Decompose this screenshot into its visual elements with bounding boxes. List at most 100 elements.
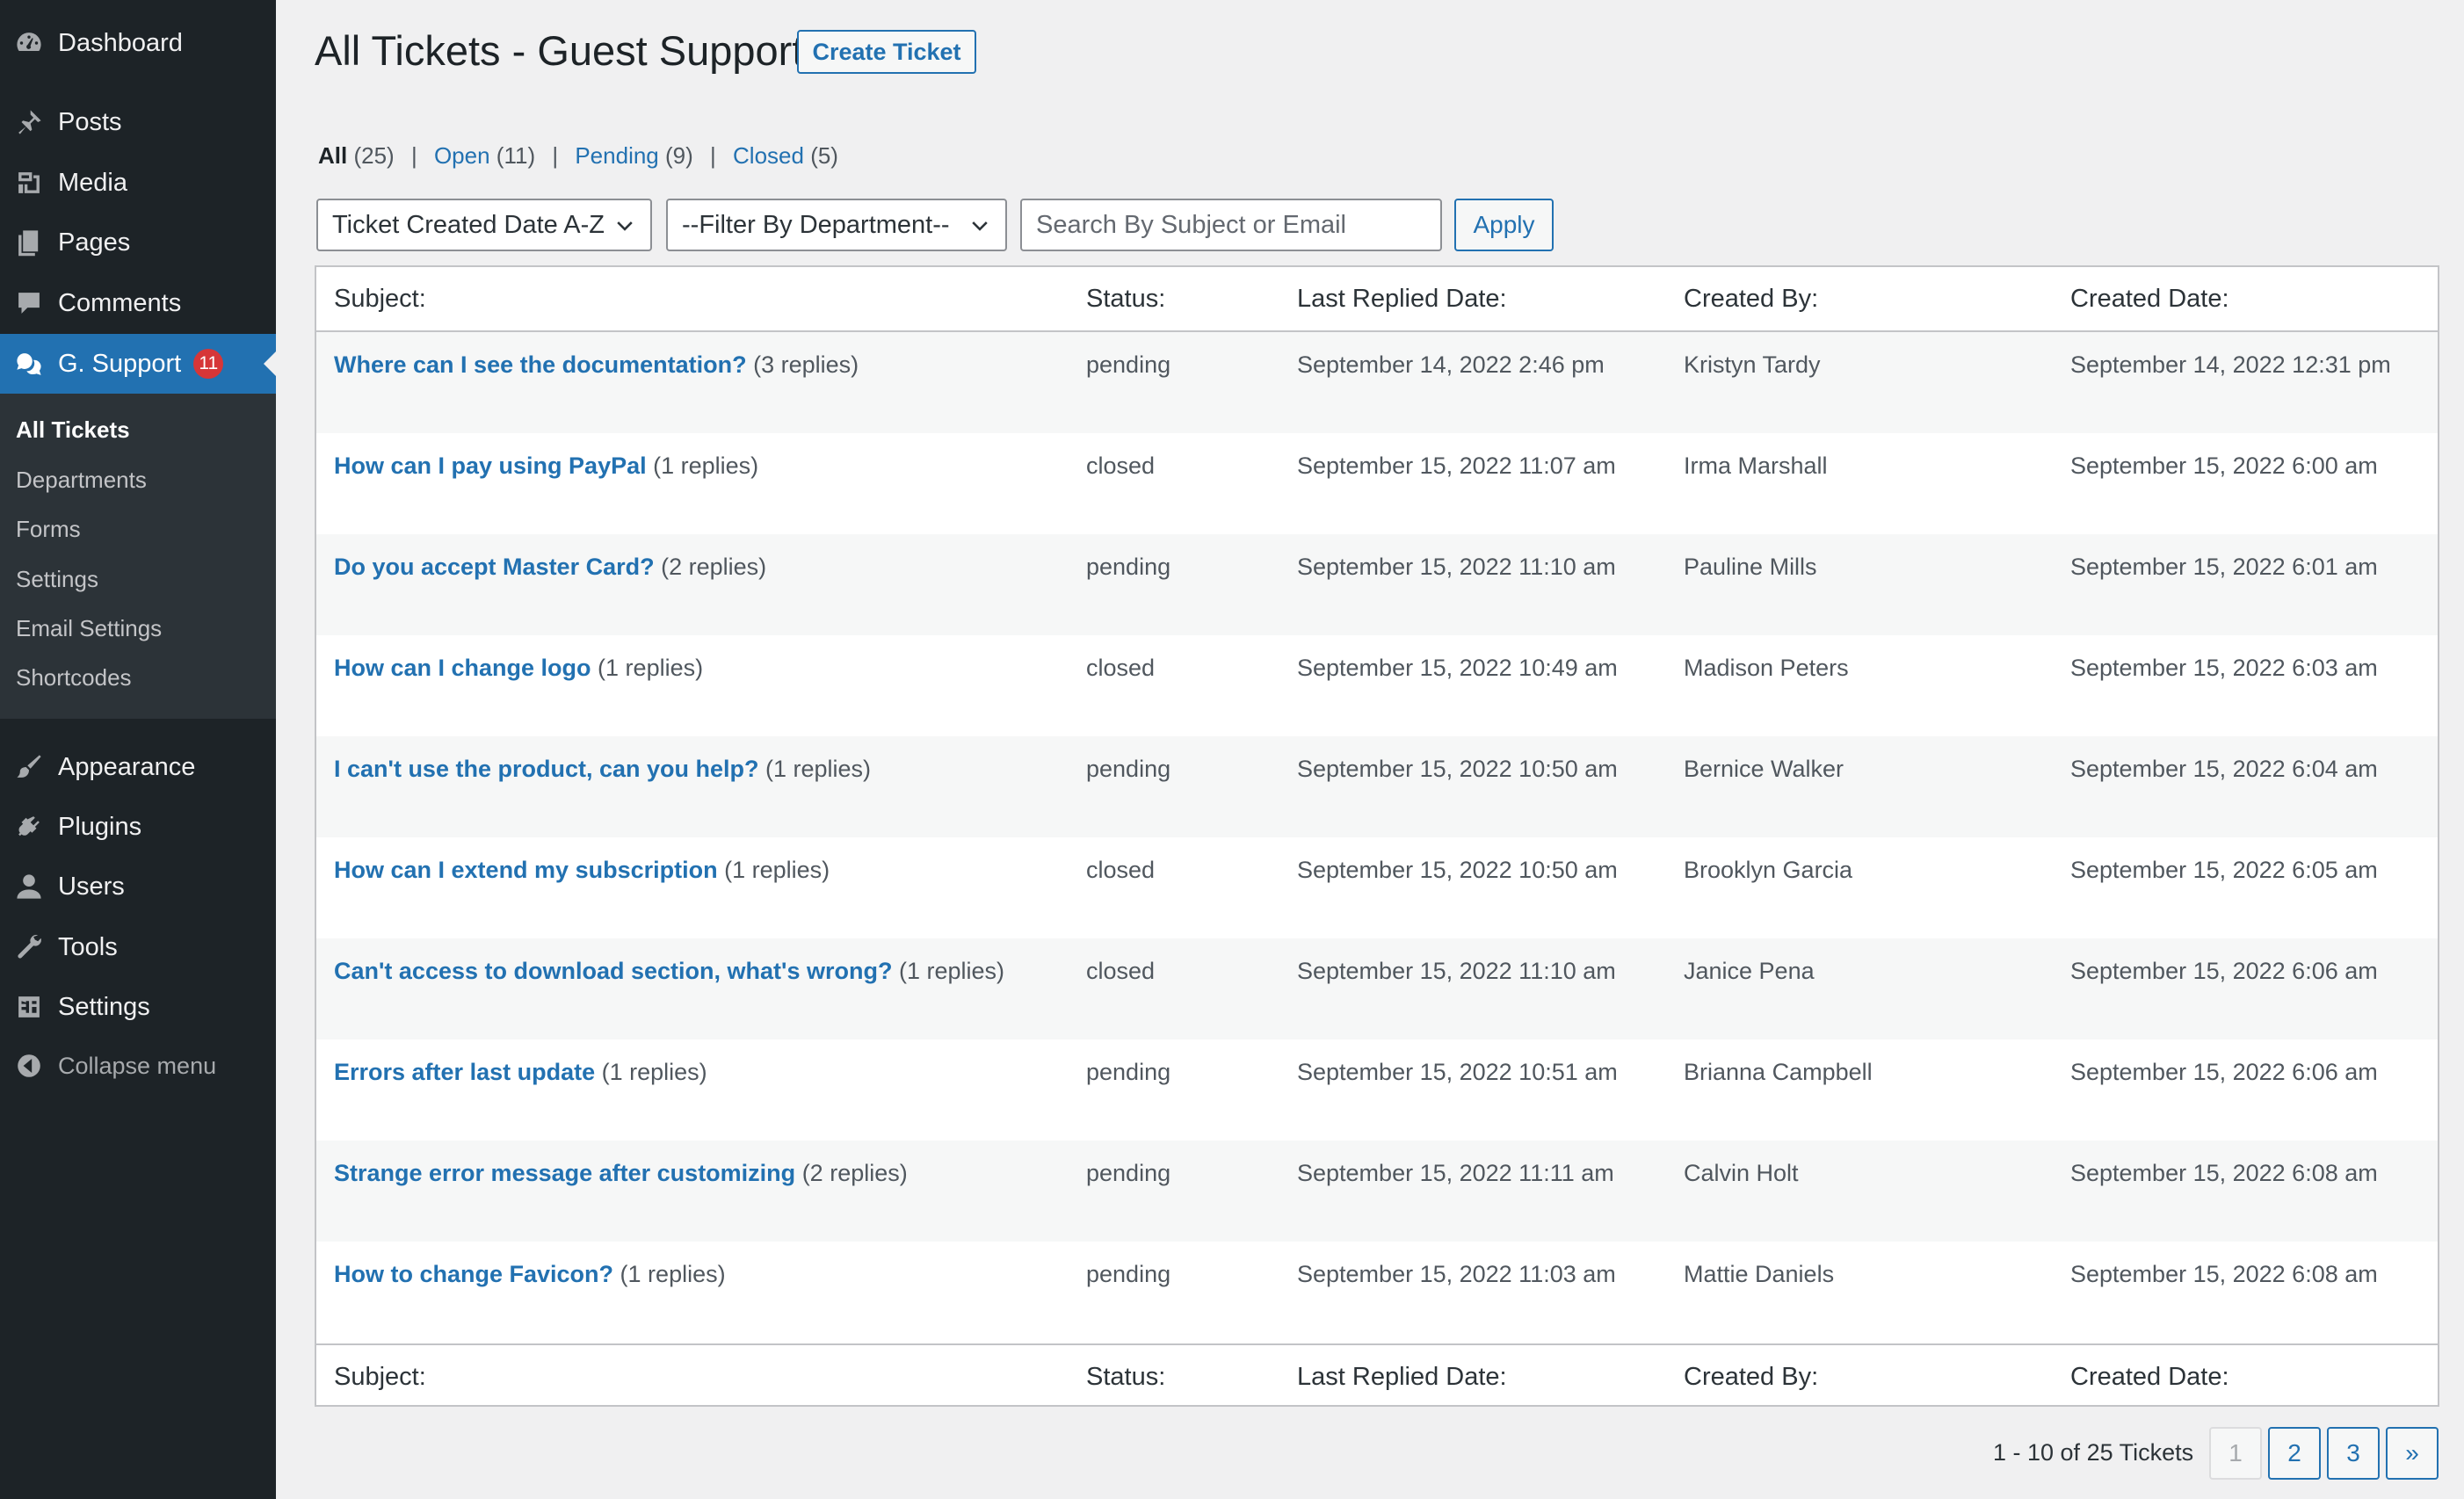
ticket-status: pending xyxy=(1086,1261,1171,1287)
created-by: Janice Pena xyxy=(1684,958,1815,984)
apply-button[interactable]: Apply xyxy=(1454,199,1554,251)
column-footer-status: Status: xyxy=(1086,1363,1166,1391)
page-title: All Tickets - Guest Support xyxy=(315,27,804,74)
pages-icon xyxy=(0,228,58,257)
menu-item-comments[interactable]: Comments xyxy=(0,273,276,333)
created-date: September 15, 2022 6:08 am xyxy=(2070,1160,2378,1186)
ticket-subject-link[interactable]: Do you accept Master Card? xyxy=(334,554,655,580)
reply-count: (2 replies) xyxy=(661,554,767,580)
menu-label: Settings xyxy=(58,992,150,1021)
menu-item-g-support[interactable]: G. Support 11 xyxy=(0,334,276,394)
created-by: Madison Peters xyxy=(1684,655,1849,681)
view-closed-count: (5) xyxy=(810,142,838,169)
view-open-link[interactable]: Open xyxy=(434,142,490,169)
ticket-subject-link[interactable]: How can I change logo xyxy=(334,655,591,681)
view-closed-link[interactable]: Closed xyxy=(733,142,804,169)
brush-icon xyxy=(0,752,58,782)
pagination-info: 1 - 10 of 25 Tickets xyxy=(1993,1439,2194,1466)
column-footer-created-date: Created Date: xyxy=(2070,1363,2229,1391)
created-by: Bernice Walker xyxy=(1684,756,1844,782)
submenu-departments[interactable]: Departments xyxy=(16,467,147,494)
created-date: September 15, 2022 6:00 am xyxy=(2070,453,2378,479)
next-page-button[interactable]: » xyxy=(2386,1427,2439,1480)
table-row: How can I extend my subscription (1 repl… xyxy=(316,837,2438,938)
dashboard-icon xyxy=(0,28,58,58)
menu-label: Users xyxy=(58,872,125,901)
last-replied-date: September 15, 2022 11:07 am xyxy=(1297,453,1616,479)
created-date: September 15, 2022 6:06 am xyxy=(2070,958,2378,984)
column-footer-last-replied: Last Replied Date: xyxy=(1297,1363,1507,1391)
column-footer-subject: Subject: xyxy=(334,1363,426,1391)
collapse-arrow-icon xyxy=(0,1052,58,1080)
department-filter-select[interactable]: --Filter By Department-- xyxy=(666,199,1007,251)
ticket-subject-link[interactable]: Strange error message after customizing xyxy=(334,1160,795,1186)
submenu-settings[interactable]: Settings xyxy=(16,566,98,593)
table-row: Where can I see the documentation? (3 re… xyxy=(316,332,2438,433)
create-ticket-button[interactable]: Create Ticket xyxy=(797,30,976,74)
view-pending-count: (9) xyxy=(665,142,693,169)
menu-label: Posts xyxy=(58,107,122,136)
menu-item-settings[interactable]: Settings xyxy=(0,977,276,1037)
ticket-subject-link[interactable]: How can I pay using PayPal xyxy=(334,453,647,479)
column-header-status: Status: xyxy=(1086,285,1166,313)
last-replied-date: September 15, 2022 11:10 am xyxy=(1297,554,1616,580)
submenu-all-tickets[interactable]: All Tickets xyxy=(16,416,130,444)
ticket-subject-link[interactable]: Errors after last update xyxy=(334,1059,595,1085)
wrench-icon xyxy=(0,932,58,962)
settings-icon xyxy=(0,992,58,1022)
sort-selected-value: Ticket Created Date A-Z xyxy=(332,210,605,239)
ticket-status: pending xyxy=(1086,1160,1171,1186)
table-row: How to change Favicon? (1 replies) pendi… xyxy=(316,1242,2438,1343)
ticket-status: closed xyxy=(1086,655,1156,681)
created-date: September 15, 2022 6:06 am xyxy=(2070,1059,2378,1085)
last-replied-date: September 15, 2022 10:50 am xyxy=(1297,857,1618,883)
menu-item-users[interactable]: Users xyxy=(0,857,276,916)
menu-item-dashboard[interactable]: Dashboard xyxy=(0,13,276,73)
search-input[interactable] xyxy=(1020,199,1442,251)
created-date: September 15, 2022 6:04 am xyxy=(2070,756,2378,782)
ticket-subject-link[interactable]: Can't access to download section, what's… xyxy=(334,958,892,984)
separator: | xyxy=(552,142,559,169)
ticket-status: closed xyxy=(1086,958,1156,984)
ticket-subject-link[interactable]: I can't use the product, can you help? xyxy=(334,756,758,782)
submenu-forms[interactable]: Forms xyxy=(16,516,81,543)
table-row: Can't access to download section, what's… xyxy=(316,938,2438,1039)
last-replied-date: September 15, 2022 11:03 am xyxy=(1297,1261,1616,1287)
sort-order-select[interactable]: Ticket Created Date A-Z xyxy=(316,199,652,251)
table-row: How can I change logo (1 replies) closed… xyxy=(316,635,2438,736)
support-icon xyxy=(0,349,58,379)
menu-label: Tools xyxy=(58,932,118,961)
ticket-subject-link[interactable]: Where can I see the documentation? xyxy=(334,351,747,378)
status-view-links: All (25) | Open (11) | Pending (9) | Clo… xyxy=(318,142,838,170)
submenu-email-settings[interactable]: Email Settings xyxy=(16,615,162,642)
created-by: Kristyn Tardy xyxy=(1684,351,1821,378)
menu-item-tools[interactable]: Tools xyxy=(0,917,276,977)
collapse-menu-button[interactable]: Collapse menu xyxy=(0,1036,276,1096)
view-open-count: (11) xyxy=(496,142,536,169)
created-by: Brianna Campbell xyxy=(1684,1059,1873,1085)
ticket-subject-link[interactable]: How can I extend my subscription xyxy=(334,857,718,883)
page-3-button[interactable]: 3 xyxy=(2327,1427,2380,1480)
table-row: Errors after last update (1 replies) pen… xyxy=(316,1039,2438,1141)
last-replied-date: September 15, 2022 10:51 am xyxy=(1297,1059,1618,1085)
comment-icon xyxy=(0,288,58,318)
column-header-subject: Subject: xyxy=(334,285,426,313)
view-all-link[interactable]: All xyxy=(318,142,347,169)
ticket-status: pending xyxy=(1086,351,1171,378)
g-support-submenu: All Tickets Departments Forms Settings E… xyxy=(0,394,276,719)
created-date: September 15, 2022 6:03 am xyxy=(2070,655,2378,681)
menu-item-posts[interactable]: Posts xyxy=(0,92,276,152)
menu-item-plugins[interactable]: Plugins xyxy=(0,797,276,857)
reply-count: (1 replies) xyxy=(598,655,704,681)
menu-item-pages[interactable]: Pages xyxy=(0,213,276,272)
page-2-button[interactable]: 2 xyxy=(2268,1427,2321,1480)
table-row: Do you accept Master Card? (2 replies) p… xyxy=(316,534,2438,635)
reply-count: (1 replies) xyxy=(724,857,830,883)
menu-item-media[interactable]: Media xyxy=(0,153,276,213)
submenu-shortcodes[interactable]: Shortcodes xyxy=(16,664,132,692)
view-pending-link[interactable]: Pending xyxy=(575,142,658,169)
collapse-label: Collapse menu xyxy=(58,1052,217,1079)
ticket-subject-link[interactable]: How to change Favicon? xyxy=(334,1261,613,1287)
menu-item-appearance[interactable]: Appearance xyxy=(0,737,276,797)
menu-label: Media xyxy=(58,168,127,197)
